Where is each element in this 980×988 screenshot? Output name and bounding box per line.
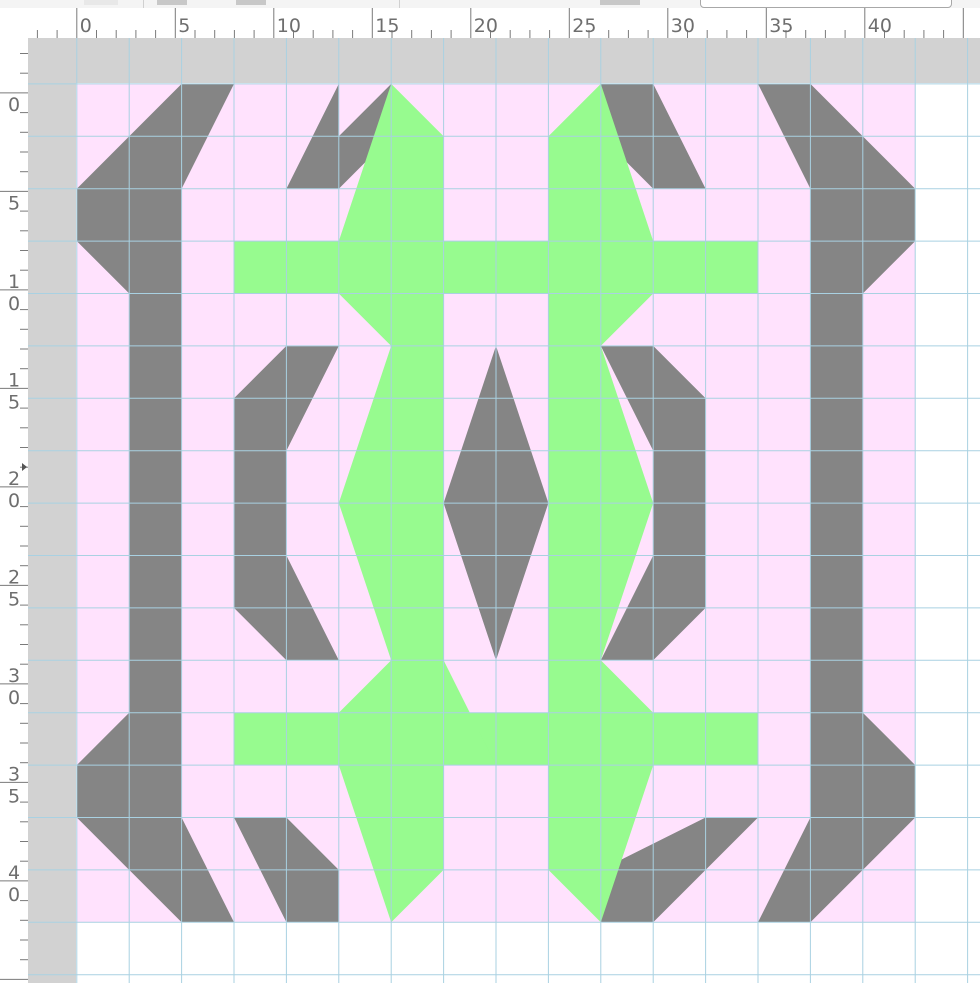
ruler-left-label: 5 [8, 785, 20, 807]
ruler-top-label: 30 [671, 15, 695, 37]
ruler-top-label: 35 [769, 15, 793, 37]
vertical-ruler[interactable]: 0510152025303540 [0, 38, 29, 983]
ruler-left-label: 5 [8, 588, 20, 610]
ruler-left-label: 2 [8, 468, 20, 490]
top-grey-band [28, 38, 980, 83]
ruler-left-label: 1 [8, 271, 20, 293]
search-field[interactable] [700, 0, 952, 8]
toolbar-button[interactable] [157, 0, 187, 5]
horizontal-ruler[interactable]: 0 5 10 15 20 25 30 35 40 [0, 8, 980, 39]
ruler-left-label: 2 [8, 566, 20, 588]
ruler-left-label: 1 [8, 369, 20, 391]
ruler-left-label: 0 [8, 687, 20, 709]
ruler-left-label: 0 [8, 490, 20, 512]
ruler-left-label: 0 [8, 884, 20, 906]
toolbar-separator [143, 0, 144, 8]
ruler-top-label: 20 [474, 15, 498, 37]
ruler-top-label: 10 [277, 15, 301, 37]
ruler-marker-icon [22, 463, 27, 471]
ruler-left-label: 4 [8, 862, 20, 884]
ruler-left-label: 3 [8, 763, 20, 785]
left-grey-band [28, 38, 76, 983]
toolbar-button[interactable] [236, 0, 266, 5]
toolbar-strip [0, 0, 980, 8]
ruler-left-label: 0 [8, 293, 20, 315]
ruler-top-label: 25 [572, 15, 596, 37]
ruler-top-label: 5 [178, 15, 190, 37]
ruler-left-label: 0 [8, 94, 20, 116]
ruler-left-label: 3 [8, 665, 20, 687]
toolbar-button[interactable] [600, 0, 640, 5]
toolbar-field[interactable] [84, 0, 118, 5]
ruler-top-label: 15 [375, 15, 399, 37]
ruler-left-label: 5 [8, 192, 20, 214]
ruler-left-label: 5 [8, 391, 20, 413]
ruler-top-label: 0 [80, 15, 92, 37]
ruler-top-label: 40 [868, 15, 892, 37]
design-canvas[interactable] [28, 38, 980, 983]
toolbar-separator [399, 0, 400, 8]
